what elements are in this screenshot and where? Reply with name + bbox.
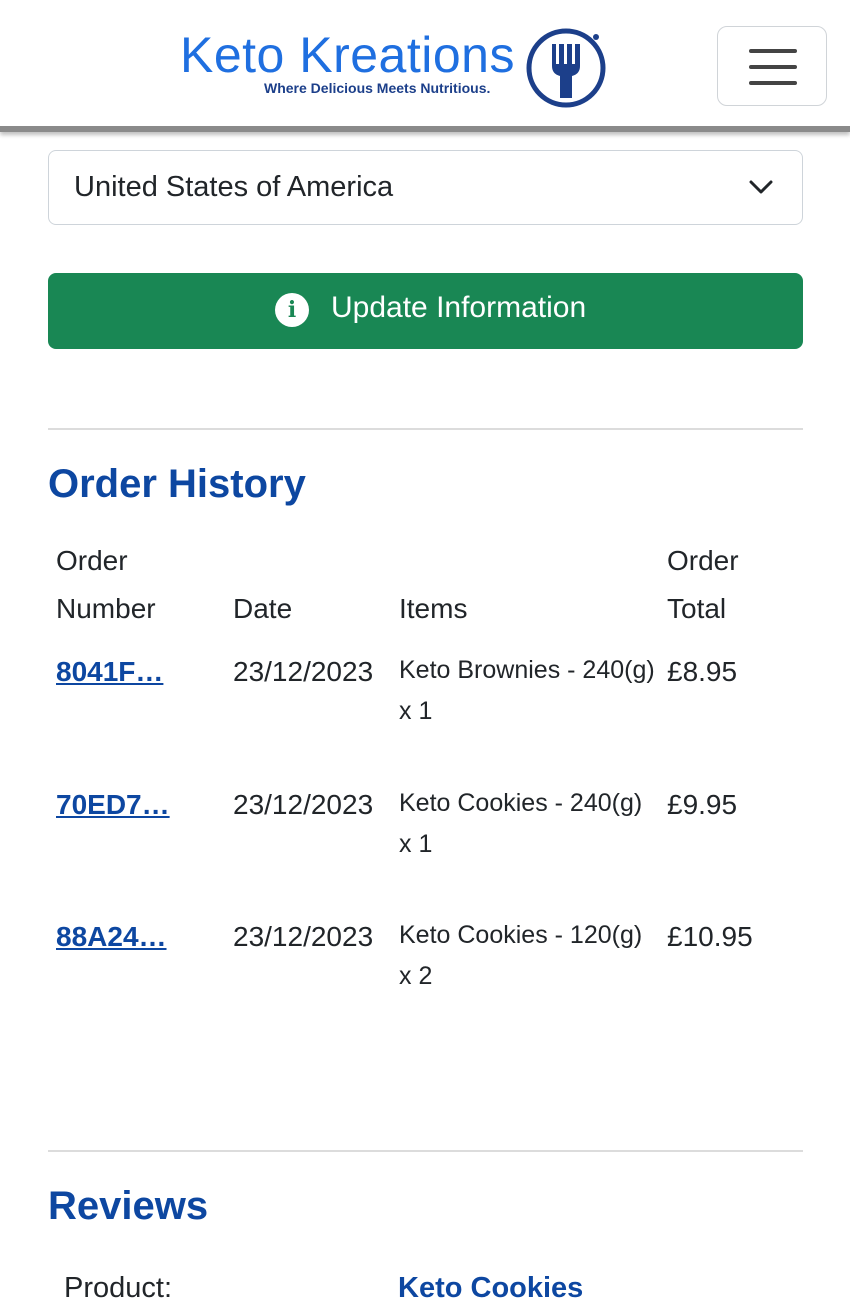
brand-logo-link[interactable]: Keto Kreations Where Delicious Meets Nut…	[180, 22, 612, 108]
country-select[interactable]: United States of America	[48, 150, 803, 225]
order-total: £10.95	[667, 921, 753, 952]
brand-name: Keto Kreations	[180, 27, 515, 83]
order-date: 23/12/2023	[233, 921, 374, 952]
column-header-order-total: Order Total	[667, 545, 739, 624]
brand-tagline: Where Delicious Meets Nutritious.	[264, 80, 491, 96]
column-header-order-number: Order Number	[56, 545, 156, 624]
order-history-title: Order History	[48, 462, 306, 506]
navbar: Keto Kreations Where Delicious Meets Nut…	[0, 0, 850, 132]
order-number-link[interactable]: 88A24…	[56, 921, 167, 953]
order-date: 23/12/2023	[233, 789, 374, 820]
update-information-button[interactable]: i Update Information	[48, 273, 803, 349]
chevron-down-icon	[749, 180, 773, 194]
column-header-date: Date	[233, 593, 293, 624]
info-icon: i	[275, 293, 309, 327]
menu-toggle-button[interactable]	[717, 26, 827, 106]
order-total: £9.95	[667, 789, 738, 820]
section-divider	[48, 1150, 803, 1152]
country-select-value: United States of America	[74, 171, 394, 203]
order-total: £8.95	[667, 656, 738, 687]
update-information-label: Update Information	[331, 291, 587, 324]
order-items: Keto Cookies - 240(g) x 1	[399, 789, 643, 858]
section-divider	[48, 428, 803, 430]
order-number-link[interactable]: 8041F…	[56, 656, 163, 688]
reviews-title: Reviews	[48, 1184, 209, 1228]
review-product-link[interactable]: Keto Cookies	[398, 1272, 583, 1298]
hamburger-menu-icon	[749, 49, 797, 53]
order-date: 23/12/2023	[233, 656, 374, 687]
review-product-label: Product:	[64, 1272, 172, 1298]
column-header-items: Items	[399, 593, 468, 624]
order-number-link[interactable]: 70ED7…	[56, 789, 170, 821]
order-items: Keto Brownies - 240(g) x 1	[399, 656, 655, 725]
order-items: Keto Cookies - 120(g) x 2	[399, 921, 643, 990]
fork-logo-icon	[526, 28, 606, 108]
